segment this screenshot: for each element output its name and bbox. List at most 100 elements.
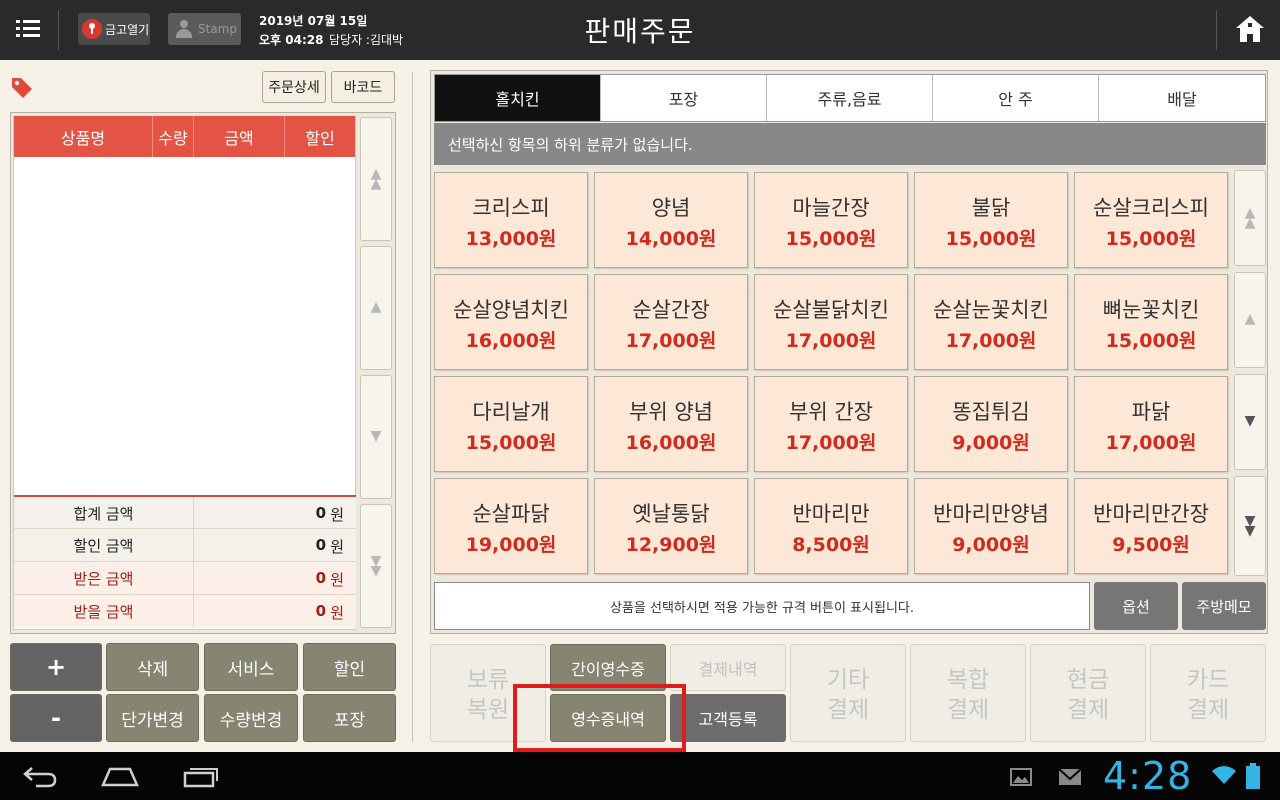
product-price: 15,000원 bbox=[1105, 228, 1197, 250]
product-price: 17,000원 bbox=[785, 330, 877, 352]
open-safe-button[interactable]: 금고열기 bbox=[78, 13, 150, 45]
highlight-box bbox=[513, 684, 686, 752]
order-detail-button[interactable]: 주문상세 bbox=[262, 71, 326, 103]
double-down-icon-b: ▼ bbox=[1244, 523, 1256, 539]
product-name: 순살크리스피 bbox=[1093, 196, 1209, 220]
product-price: 17,000원 bbox=[785, 432, 877, 454]
product-name: 뼈눈꽃치킨 bbox=[1102, 298, 1200, 322]
product-button[interactable]: 다리날개 15,000원 bbox=[434, 376, 588, 472]
payment-history-button[interactable]: 결제내역 bbox=[670, 644, 786, 691]
change-qty-button[interactable]: 수량변경 bbox=[204, 694, 298, 742]
column-header-discount: 할인 bbox=[285, 116, 355, 157]
top-bar: 금고열기 Stamp 2019년 07월 15일 오후 04:28 담당자 :김… bbox=[0, 0, 1280, 60]
date-text: 2019년 07월 15일 bbox=[259, 14, 368, 28]
product-name: 파닭 bbox=[1131, 400, 1171, 424]
product-scroll-bottom-button[interactable]: ▼ ▼ bbox=[1234, 476, 1266, 576]
card-payment-button[interactable]: 카드 결제 bbox=[1150, 644, 1266, 742]
product-price: 8,500원 bbox=[792, 534, 870, 556]
spec-message: 상품을 선택하시면 적용 가능한 규격 버튼이 표시됩니다. bbox=[434, 582, 1090, 630]
increase-qty-button[interactable]: + bbox=[10, 643, 102, 691]
takeout-button[interactable]: 포장 bbox=[303, 694, 396, 742]
summary-value: 0 bbox=[315, 569, 326, 587]
wifi-icon bbox=[1210, 764, 1238, 786]
combined-payment-label-1: 복합 bbox=[946, 667, 990, 693]
back-icon[interactable] bbox=[22, 764, 58, 788]
tab-hall-chicken[interactable]: 홀치킨 bbox=[435, 75, 601, 121]
product-name: 순살파닭 bbox=[472, 502, 550, 526]
summary-label: 받을 금액 bbox=[14, 595, 194, 627]
product-scroll-down-button[interactable]: ▼ bbox=[1234, 374, 1266, 470]
scroll-up-button[interactable]: ▲ bbox=[360, 246, 392, 370]
product-button[interactable]: 순살파닭 19,000원 bbox=[434, 478, 588, 574]
other-payment-button[interactable]: 기타 결제 bbox=[790, 644, 906, 742]
product-button[interactable]: 부위 간장 17,000원 bbox=[754, 376, 908, 472]
product-button[interactable]: 순살양념치킨 16,000원 bbox=[434, 274, 588, 370]
product-name: 크리스피 bbox=[472, 196, 550, 220]
double-down-icon-b: ▼ bbox=[370, 563, 382, 579]
tab-side-dishes[interactable]: 안 주 bbox=[933, 75, 1099, 121]
product-name: 반마리만 bbox=[792, 502, 870, 526]
scroll-top-button[interactable]: ▲ ▲ bbox=[360, 117, 392, 241]
cash-payment-button[interactable]: 현금 결제 bbox=[1030, 644, 1146, 742]
product-price: 9,000원 bbox=[952, 534, 1030, 556]
staff-text: 담당자 :김대박 bbox=[329, 33, 404, 47]
product-button[interactable]: 순살눈꽃치킨 17,000원 bbox=[914, 274, 1068, 370]
change-price-button[interactable]: 단가변경 bbox=[106, 694, 199, 742]
discount-button[interactable]: 할인 bbox=[303, 643, 396, 691]
product-button[interactable]: 똥집튀김 9,000원 bbox=[914, 376, 1068, 472]
gallery-notification-icon bbox=[1010, 768, 1032, 786]
scroll-down-button[interactable]: ▼ bbox=[360, 375, 392, 499]
home-icon[interactable] bbox=[1234, 14, 1266, 44]
customer-register-button[interactable]: 고객등록 bbox=[670, 694, 786, 742]
decrease-qty-button[interactable]: - bbox=[10, 694, 102, 742]
product-button[interactable]: 마늘간장 15,000원 bbox=[754, 172, 908, 268]
scroll-bottom-button[interactable]: ▼ ▼ bbox=[360, 504, 392, 628]
product-button[interactable]: 옛날통닭 12,900원 bbox=[594, 478, 748, 574]
product-name: 순살불닭치킨 bbox=[773, 298, 889, 322]
product-button[interactable]: 반마리만 8,500원 bbox=[754, 478, 908, 574]
delete-button[interactable]: 삭제 bbox=[106, 643, 199, 691]
cash-payment-label-1: 현금 bbox=[1066, 667, 1110, 693]
tab-delivery[interactable]: 배달 bbox=[1099, 75, 1265, 121]
product-button[interactable]: 순살크리스피 15,000원 bbox=[1074, 172, 1228, 268]
kitchen-memo-button[interactable]: 주방메모 bbox=[1182, 582, 1266, 630]
product-button[interactable]: 순살간장 17,000원 bbox=[594, 274, 748, 370]
product-button[interactable]: 순살불닭치킨 17,000원 bbox=[754, 274, 908, 370]
other-payment-label-1: 기타 bbox=[826, 667, 870, 693]
recent-apps-icon[interactable] bbox=[182, 764, 220, 788]
product-button[interactable]: 크리스피 13,000원 bbox=[434, 172, 588, 268]
product-price: 16,000원 bbox=[625, 432, 717, 454]
product-button[interactable]: 불닭 15,000원 bbox=[914, 172, 1068, 268]
product-button[interactable]: 뼈눈꽃치킨 15,000원 bbox=[1074, 274, 1228, 370]
option-button[interactable]: 옵션 bbox=[1094, 582, 1178, 630]
tab-takeout[interactable]: 포장 bbox=[601, 75, 767, 121]
summary-unit: 원 bbox=[330, 538, 344, 556]
stamp-button[interactable]: Stamp bbox=[168, 13, 241, 45]
product-name: 양념 bbox=[651, 196, 691, 220]
product-button[interactable]: 반마리만간장 9,500원 bbox=[1074, 478, 1228, 574]
product-scroll-top-button[interactable]: ▲ ▲ bbox=[1234, 170, 1266, 266]
service-button[interactable]: 서비스 bbox=[204, 643, 298, 691]
column-header-qty: 수량 bbox=[153, 116, 194, 157]
summary-row-due: 받을 금액 0 원 bbox=[14, 594, 356, 628]
product-button[interactable]: 부위 양념 16,000원 bbox=[594, 376, 748, 472]
product-scroll-up-button[interactable]: ▲ bbox=[1234, 272, 1266, 368]
barcode-button[interactable]: 바코드 bbox=[331, 71, 395, 103]
product-name: 마늘간장 bbox=[792, 196, 870, 220]
order-list[interactable] bbox=[14, 157, 355, 495]
tab-drinks[interactable]: 주류,음료 bbox=[767, 75, 933, 121]
summary-label: 할인 금액 bbox=[14, 529, 194, 561]
product-button[interactable]: 양념 14,000원 bbox=[594, 172, 748, 268]
stamp-label: Stamp bbox=[198, 22, 237, 36]
other-payment-label-2: 결제 bbox=[826, 697, 870, 723]
menu-icon[interactable] bbox=[16, 20, 40, 40]
combined-payment-button[interactable]: 복합 결제 bbox=[910, 644, 1026, 742]
product-button[interactable]: 파닭 17,000원 bbox=[1074, 376, 1228, 472]
product-button[interactable]: 반마리만양념 9,000원 bbox=[914, 478, 1068, 574]
home-nav-icon[interactable] bbox=[100, 764, 140, 788]
combined-payment-label-2: 결제 bbox=[946, 697, 990, 723]
product-price: 15,000원 bbox=[945, 228, 1037, 250]
product-price: 9,500원 bbox=[1112, 534, 1190, 556]
column-header-amount: 금액 bbox=[194, 116, 285, 157]
column-header-name: 상품명 bbox=[14, 116, 153, 157]
